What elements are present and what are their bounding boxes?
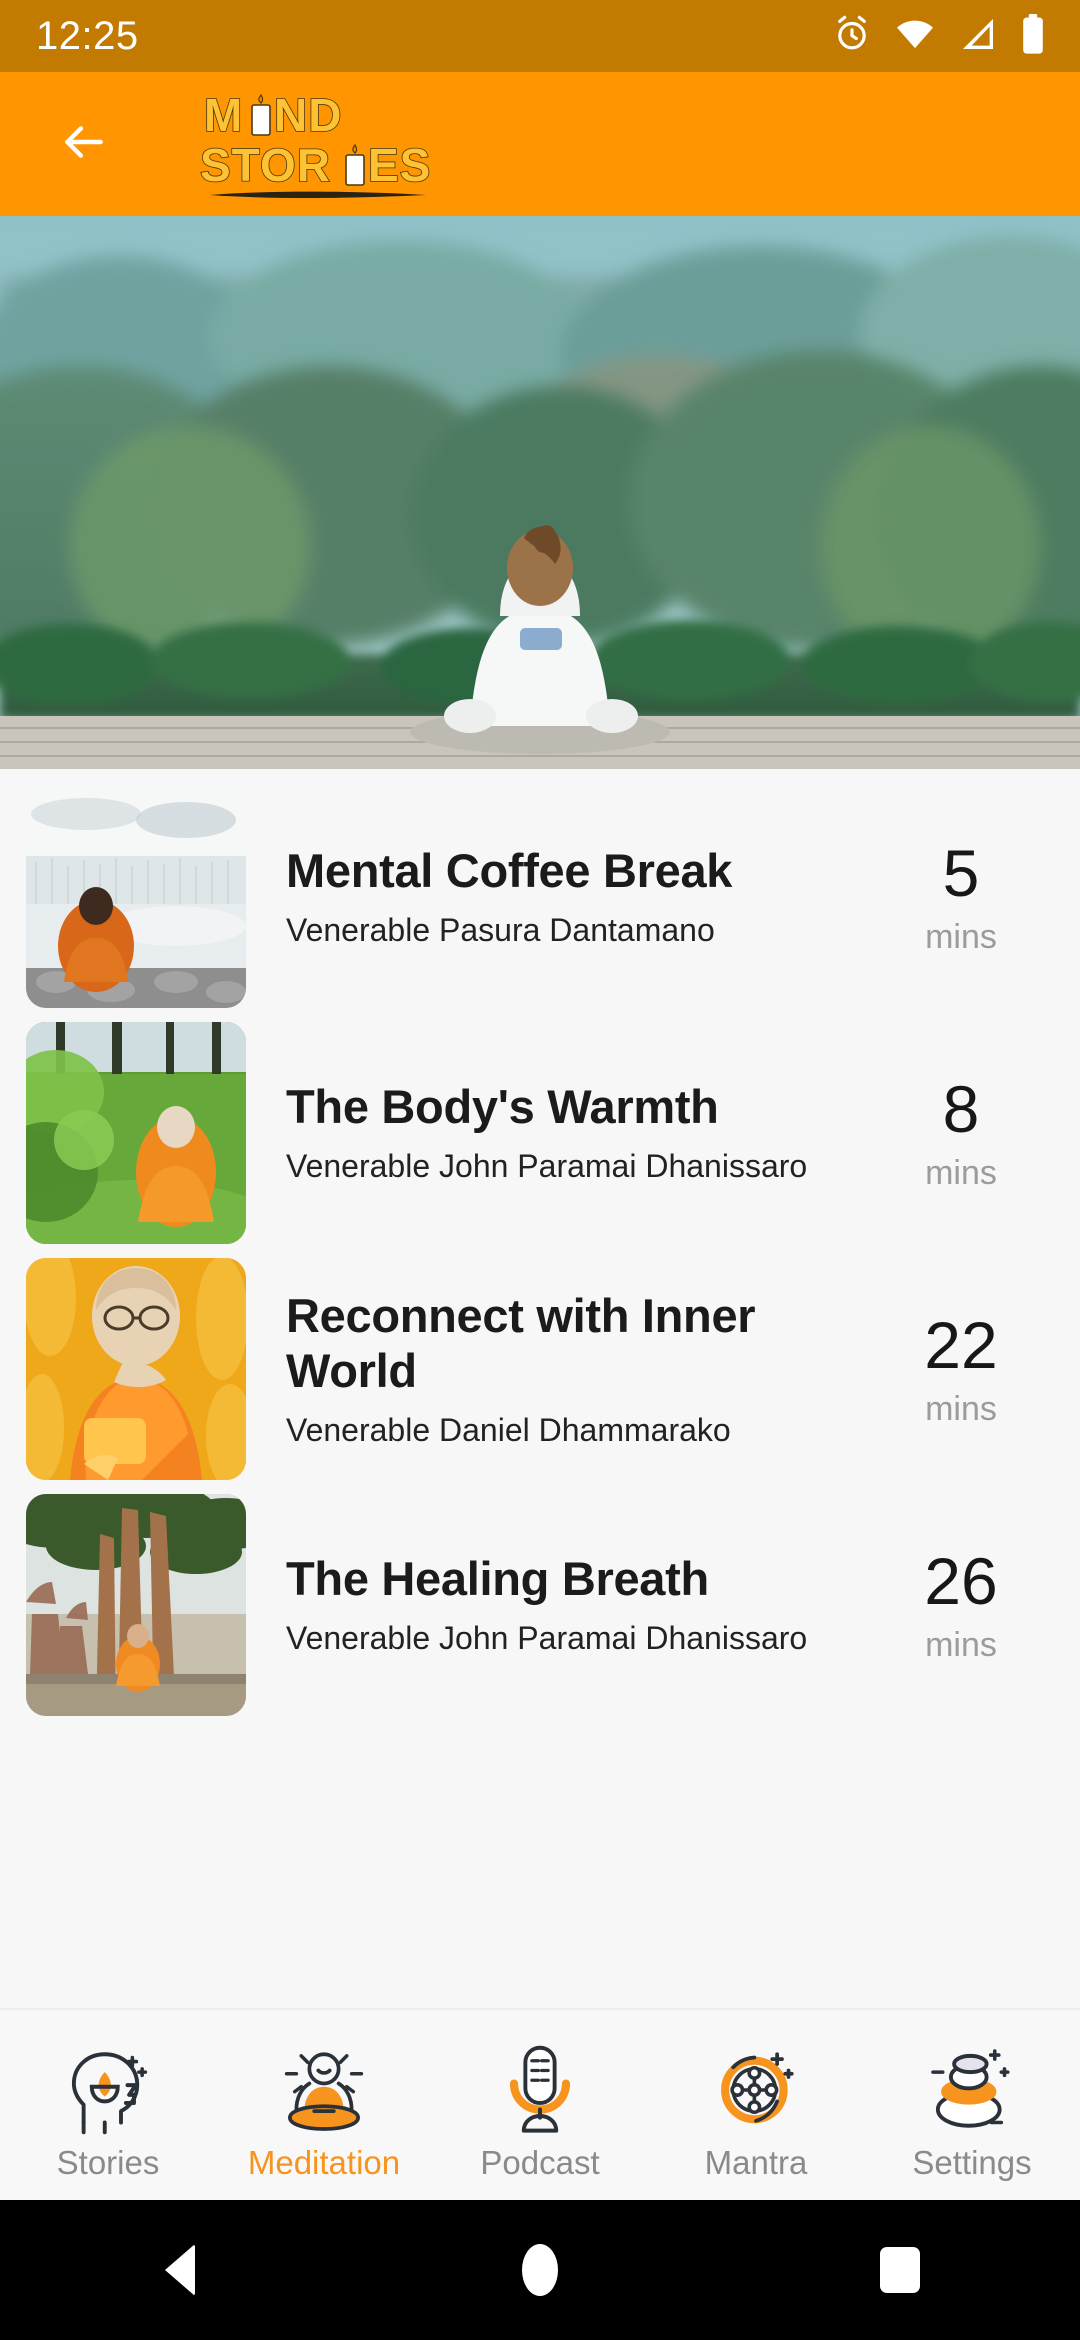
list-item-thumbnail: [26, 1258, 246, 1480]
candle-glyph-stories: [345, 143, 365, 186]
list-item-duration: 22 mins: [876, 1312, 1046, 1426]
signal-icon: [958, 14, 998, 59]
list-item-title: The Body's Warmth: [286, 1080, 719, 1134]
back-button[interactable]: [48, 108, 120, 180]
duration-value: 26: [924, 1544, 998, 1618]
list-item-thumbnail: [26, 1022, 246, 1244]
candle-glyph-mind: [251, 93, 271, 136]
list-item-duration: 8 mins: [876, 1076, 1046, 1190]
app-logo: M ND STOR ES: [192, 84, 460, 206]
system-navigation-bar: [0, 2200, 1080, 2340]
app-header: M ND STOR ES: [0, 72, 1080, 216]
list-item-duration: 5 mins: [876, 840, 1046, 954]
system-recents-button[interactable]: [830, 2200, 970, 2340]
alarm-icon: [832, 14, 872, 59]
svg-text:STOR: STOR: [200, 139, 331, 191]
list-item-title: Reconnect with Inner World: [286, 1288, 756, 1397]
status-bar: 12:25: [0, 0, 1080, 72]
hero-image: [0, 216, 1080, 769]
nav-label: Settings: [912, 2143, 1032, 2181]
logo-underline: [210, 191, 426, 198]
system-back-button[interactable]: [110, 2200, 250, 2340]
back-arrow-icon: [55, 117, 113, 172]
list-item-text: Mental Coffee Break Venerable Pasura Dan…: [246, 844, 876, 949]
svg-text:ND: ND: [274, 89, 342, 141]
nav-label: Stories: [56, 2143, 160, 2181]
duration-value: 22: [924, 1308, 998, 1382]
recents-square-icon: [880, 2247, 920, 2293]
nav-item-podcast[interactable]: Podcast: [432, 2010, 648, 2200]
wifi-icon: [894, 14, 936, 59]
list-item-text: The Healing Breath Venerable John Parama…: [246, 1552, 876, 1657]
nav-label: Mantra: [704, 2143, 808, 2181]
list-item-duration: 26 mins: [876, 1548, 1046, 1662]
list-item-thumbnail: [26, 786, 246, 1008]
microphone-icon: [509, 2045, 571, 2133]
duration-value: 5: [942, 836, 980, 910]
meditation-list: Mental Coffee Break Venerable Pasura Dan…: [0, 769, 1080, 1723]
list-item[interactable]: Reconnect with Inner World Venerable Dan…: [0, 1251, 1080, 1487]
list-item-thumbnail: [26, 1494, 246, 1716]
list-item[interactable]: The Healing Breath Venerable John Parama…: [0, 1487, 1080, 1723]
list-item-title: The Healing Breath: [286, 1552, 709, 1606]
seated-monk-icon: [284, 2051, 364, 2131]
svg-text:M: M: [204, 89, 243, 141]
nav-item-stories[interactable]: Stories: [0, 2010, 216, 2200]
list-item[interactable]: Mental Coffee Break Venerable Pasura Dan…: [0, 779, 1080, 1015]
mantra-wheel-icon: [721, 2051, 794, 2123]
nav-label: Podcast: [480, 2143, 600, 2181]
list-item-text: The Body's Warmth Venerable John Paramai…: [246, 1080, 876, 1185]
system-home-button[interactable]: [470, 2200, 610, 2340]
duration-unit: mins: [925, 1390, 997, 1428]
nav-label: Meditation: [247, 2143, 401, 2181]
back-triangle-icon: [165, 2244, 195, 2296]
bottom-navigation: Stories Meditation Podcast Mantra Settin…: [0, 2008, 1080, 2200]
nav-item-meditation[interactable]: Meditation: [216, 2010, 432, 2200]
duration-unit: mins: [925, 1154, 997, 1192]
status-time: 12:25: [36, 13, 139, 58]
list-item-text: Reconnect with Inner World Venerable Dan…: [246, 1289, 876, 1449]
status-icons: [832, 13, 1046, 60]
duration-unit: mins: [925, 1626, 997, 1664]
list-item-author: Venerable Daniel Dhammarako: [286, 1411, 731, 1448]
list-item[interactable]: The Body's Warmth Venerable John Paramai…: [0, 1015, 1080, 1251]
head-lotus-icon: [71, 2051, 148, 2134]
home-circle-icon: [522, 2244, 558, 2296]
nav-item-mantra[interactable]: Mantra: [648, 2010, 864, 2200]
duration-unit: mins: [925, 918, 997, 956]
duration-value: 8: [942, 1072, 980, 1146]
svg-text:ES: ES: [368, 139, 431, 191]
list-item-author: Venerable Pasura Dantamano: [286, 912, 715, 949]
list-item-author: Venerable John Paramai Dhanissaro: [286, 1620, 808, 1657]
zen-stones-icon: [931, 2048, 1010, 2128]
list-item-title: Mental Coffee Break: [286, 844, 733, 898]
battery-icon: [1020, 13, 1046, 60]
nav-item-settings[interactable]: Settings: [864, 2010, 1080, 2200]
list-item-author: Venerable John Paramai Dhanissaro: [286, 1148, 808, 1185]
